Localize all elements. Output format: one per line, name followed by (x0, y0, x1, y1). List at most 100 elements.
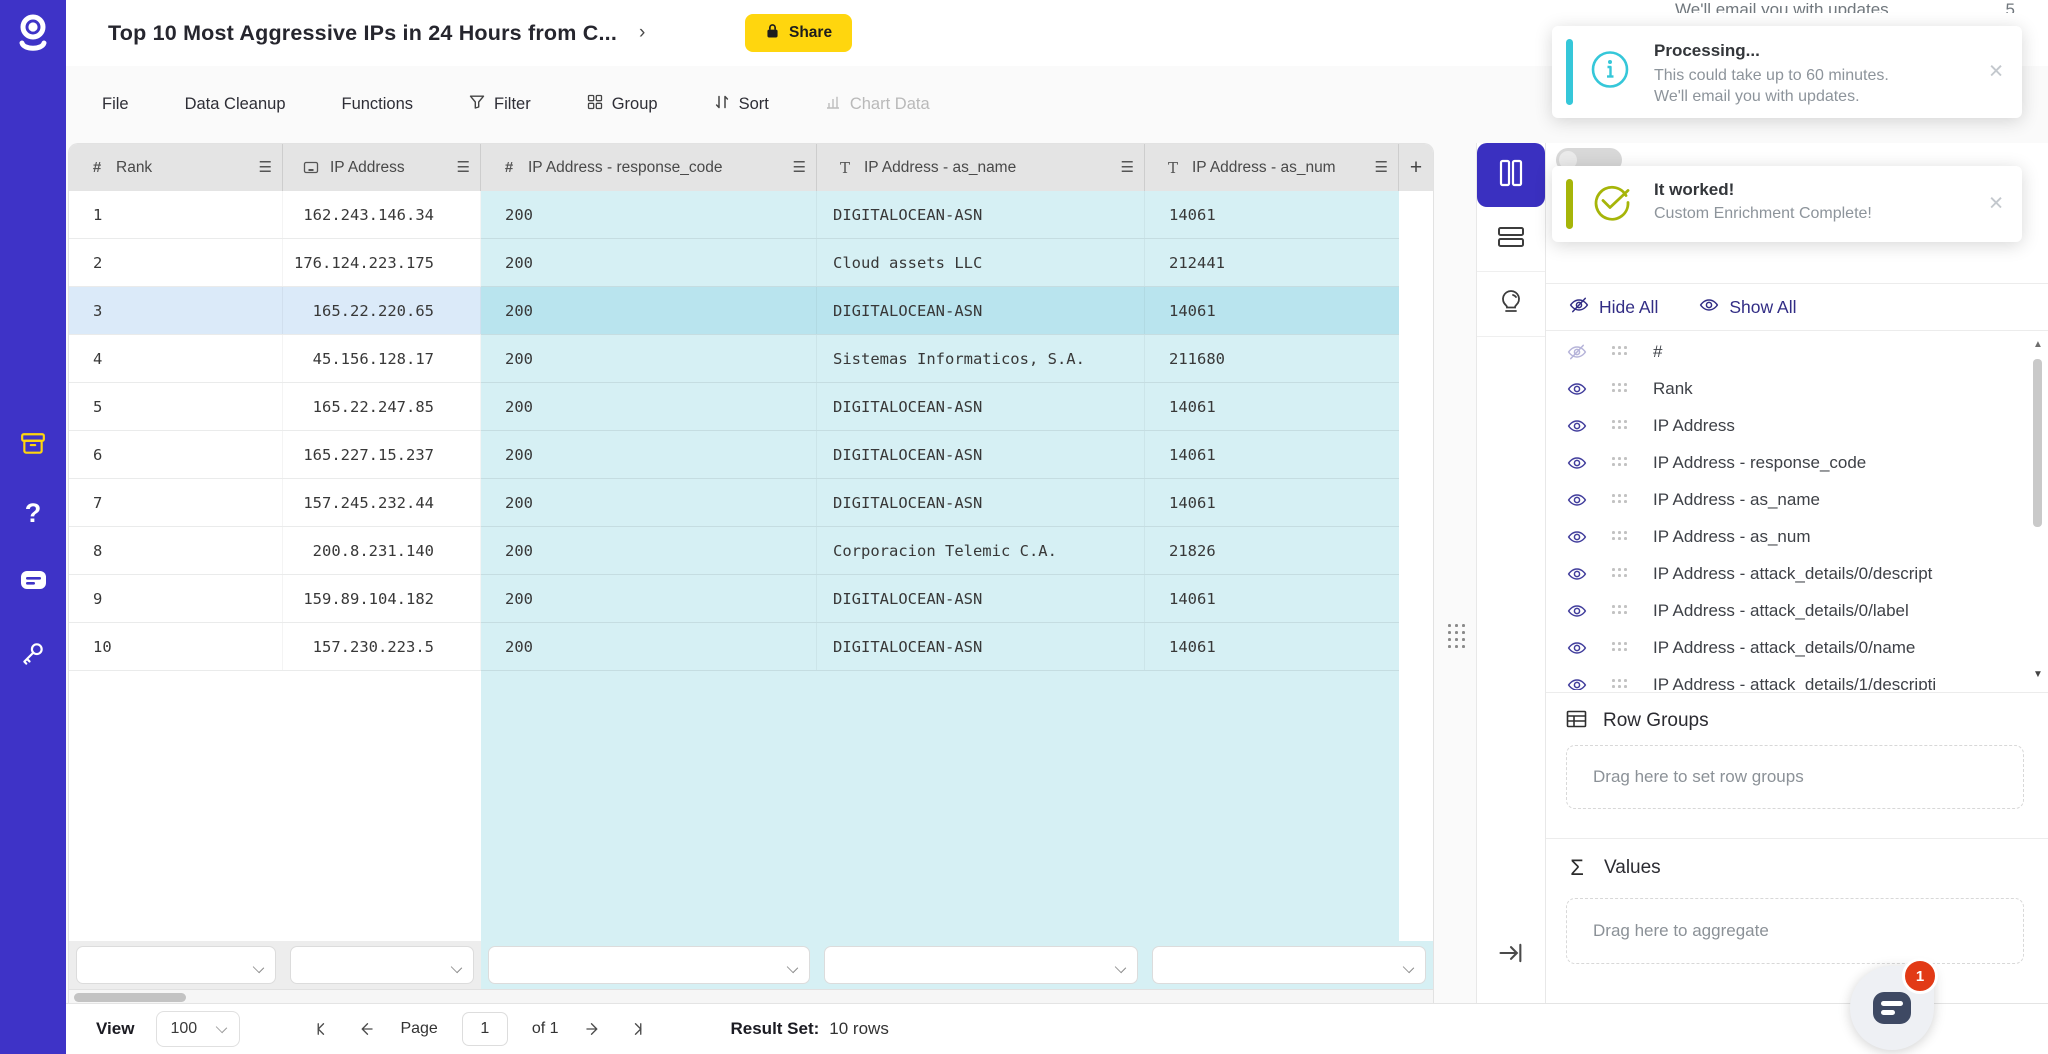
panel-resize-handle[interactable] (1448, 624, 1466, 649)
table-row[interactable]: 10 157.230.223.5 200 DIGITALOCEAN-ASN 14… (69, 623, 1399, 671)
column-header-as-name[interactable]: T IP Address - as_name ☰ (817, 144, 1145, 191)
drag-handle-icon[interactable] (1612, 420, 1629, 431)
scroll-down-icon[interactable]: ▼ (2033, 669, 2043, 680)
eye-toggle-icon[interactable] (1566, 379, 1590, 399)
cell-as-name[interactable]: DIGITALOCEAN-ASN (817, 191, 1145, 238)
cell-rank[interactable]: 8 (69, 527, 283, 574)
cell-as-name[interactable]: DIGITALOCEAN-ASN (817, 623, 1145, 670)
cell-ip[interactable]: 162.243.146.34 (283, 191, 481, 238)
tab-rows[interactable] (1477, 207, 1545, 272)
table-row[interactable]: 2 176.124.223.175 200 Cloud assets LLC 2… (69, 239, 1399, 287)
cell-as-num[interactable]: 14061 (1145, 383, 1399, 430)
column-header-ip-address[interactable]: IP Address ☰ (283, 144, 481, 191)
cell-response-code[interactable]: 200 (481, 287, 817, 334)
menu-group[interactable]: Group (587, 94, 658, 115)
table-row[interactable]: 6 165.227.15.237 200 DIGITALOCEAN-ASN 14… (69, 431, 1399, 479)
cell-rank[interactable]: 2 (69, 239, 283, 286)
show-all-button[interactable]: Show All (1698, 295, 1796, 320)
tab-columns[interactable] (1477, 143, 1545, 207)
prev-page-button[interactable] (356, 1020, 376, 1038)
cell-ip[interactable]: 176.124.223.175 (283, 239, 481, 286)
eye-toggle-icon[interactable] (1566, 342, 1590, 362)
panel-list-scrollbar[interactable]: ▲ ▼ (2032, 339, 2044, 684)
cell-response-code[interactable]: 200 (481, 335, 817, 382)
next-page-button[interactable] (583, 1020, 603, 1038)
cell-as-num[interactable]: 212441 (1145, 239, 1399, 286)
share-button[interactable]: Share (745, 14, 852, 52)
filter-select-as-num[interactable] (1152, 946, 1426, 984)
cell-rank[interactable]: 3 (69, 287, 283, 334)
cell-ip[interactable]: 200.8.231.140 (283, 527, 481, 574)
column-list-item[interactable]: IP Address - attack_details/0/descript (1546, 555, 2032, 592)
first-page-button[interactable] (312, 1020, 332, 1038)
cell-rank[interactable]: 9 (69, 575, 283, 622)
drag-handle-icon[interactable] (1612, 346, 1629, 357)
add-column-button[interactable]: + (1399, 144, 1433, 191)
cell-as-num[interactable]: 14061 (1145, 191, 1399, 238)
hide-all-button[interactable]: Hide All (1568, 295, 1658, 320)
column-list-item[interactable]: # (1546, 333, 2032, 370)
column-menu-icon[interactable]: ☰ (1121, 160, 1134, 175)
cell-response-code[interactable]: 200 (481, 191, 817, 238)
cell-as-name[interactable]: DIGITALOCEAN-ASN (817, 287, 1145, 334)
chat-launcher-button[interactable]: 1 (1850, 966, 1934, 1050)
column-list-item[interactable]: IP Address - attack_details/0/label (1546, 592, 2032, 629)
menu-file[interactable]: File (102, 95, 129, 114)
eye-toggle-icon[interactable] (1566, 453, 1590, 473)
help-icon[interactable]: ? (0, 498, 66, 529)
cell-as-num[interactable]: 14061 (1145, 575, 1399, 622)
drag-handle-icon[interactable] (1612, 605, 1629, 616)
table-row[interactable]: 9 159.89.104.182 200 DIGITALOCEAN-ASN 14… (69, 575, 1399, 623)
cell-as-name[interactable]: DIGITALOCEAN-ASN (817, 575, 1145, 622)
last-page-button[interactable] (627, 1020, 647, 1038)
cell-as-name[interactable]: Sistemas Informaticos, S.A. (817, 335, 1145, 382)
cell-response-code[interactable]: 200 (481, 527, 817, 574)
cell-ip[interactable]: 159.89.104.182 (283, 575, 481, 622)
eye-toggle-icon[interactable] (1566, 416, 1590, 436)
eye-toggle-icon[interactable] (1566, 638, 1590, 658)
table-row[interactable]: 8 200.8.231.140 200 Corporacion Telemic … (69, 527, 1399, 575)
cell-as-name[interactable]: DIGITALOCEAN-ASN (817, 383, 1145, 430)
cell-response-code[interactable]: 200 (481, 239, 817, 286)
eye-toggle-icon[interactable] (1566, 490, 1590, 510)
menu-chart-data[interactable]: Chart Data (825, 94, 930, 115)
column-list-item[interactable]: IP Address - as_name (1546, 481, 2032, 518)
cell-response-code[interactable]: 200 (481, 383, 817, 430)
column-menu-icon[interactable]: ☰ (259, 160, 272, 175)
cell-rank[interactable]: 7 (69, 479, 283, 526)
cell-rank[interactable]: 5 (69, 383, 283, 430)
cell-response-code[interactable]: 200 (481, 575, 817, 622)
drag-handle-icon[interactable] (1612, 383, 1629, 394)
cell-ip[interactable]: 157.245.232.44 (283, 479, 481, 526)
column-list-item[interactable]: IP Address - attack_details/0/name (1546, 629, 2032, 666)
collapse-panel-button[interactable] (1477, 939, 1545, 967)
tab-insights[interactable] (1477, 272, 1545, 337)
table-row[interactable]: 5 165.22.247.85 200 DIGITALOCEAN-ASN 140… (69, 383, 1399, 431)
filter-select-rank[interactable] (76, 946, 276, 984)
drag-handle-icon[interactable] (1612, 568, 1629, 579)
cell-rank[interactable]: 10 (69, 623, 283, 670)
scroll-up-icon[interactable]: ▲ (2033, 339, 2043, 350)
table-row[interactable]: 3 165.22.220.65 200 DIGITALOCEAN-ASN 140… (69, 287, 1399, 335)
cell-ip[interactable]: 165.227.15.237 (283, 431, 481, 478)
page-number-input[interactable] (462, 1012, 508, 1046)
table-row[interactable]: 4 45.156.128.17 200 Sistemas Informatico… (69, 335, 1399, 383)
cell-as-num[interactable]: 14061 (1145, 287, 1399, 334)
cell-as-name[interactable]: Corporacion Telemic C.A. (817, 527, 1145, 574)
archive-icon[interactable] (0, 432, 66, 456)
cell-ip[interactable]: 165.22.247.85 (283, 383, 481, 430)
drag-handle-icon[interactable] (1612, 679, 1629, 690)
row-groups-dropzone[interactable]: Drag here to set row groups (1566, 745, 2024, 809)
close-icon[interactable]: ✕ (1988, 61, 2004, 84)
column-list-item[interactable]: IP Address - as_num (1546, 518, 2032, 555)
table-row[interactable]: 7 157.245.232.44 200 DIGITALOCEAN-ASN 14… (69, 479, 1399, 527)
column-menu-icon[interactable]: ☰ (793, 160, 806, 175)
title-chevron-icon[interactable]: › (639, 22, 646, 44)
column-menu-icon[interactable]: ☰ (1375, 160, 1388, 175)
cell-ip[interactable]: 157.230.223.5 (283, 623, 481, 670)
cell-as-num[interactable]: 211680 (1145, 335, 1399, 382)
close-icon[interactable]: ✕ (1988, 193, 2004, 216)
filter-select-response-code[interactable] (488, 946, 810, 984)
eye-toggle-icon[interactable] (1566, 564, 1590, 584)
column-header-as-num[interactable]: T IP Address - as_num ☰ (1145, 144, 1399, 191)
